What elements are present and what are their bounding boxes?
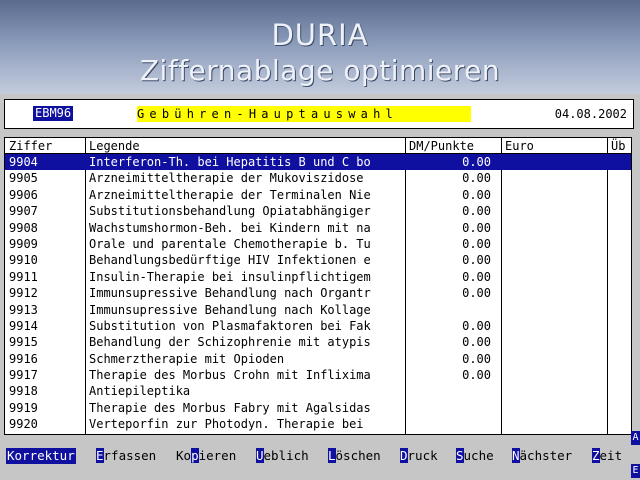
- row-legend: Behandlung der Schizophrenie mit atypis: [89, 335, 371, 350]
- row-legend: Verteporfin zur Photodyn. Therapie bei: [89, 417, 364, 432]
- function-menu-bar: Korrektur Erfassen Kopieren Ueblich Lösc…: [0, 446, 640, 466]
- menu-kopieren[interactable]: Kopieren: [176, 448, 236, 464]
- catalog-code-badge: EBM96: [33, 106, 74, 121]
- current-date: 04.08.2002: [554, 107, 627, 121]
- table-row[interactable]: 9910 Behandlungsbedürftige HIV Infektione…: [5, 252, 631, 268]
- column-header-euro: Euro: [505, 139, 534, 153]
- table-row[interactable]: 9908 Wachstumshormon-Beh. bei Kindern mit…: [5, 220, 631, 236]
- table-row[interactable]: 9919 Therapie des Morbus Fabry mit Agalsi…: [5, 400, 631, 416]
- scroll-end-indicator[interactable]: E: [631, 464, 640, 478]
- row-code: 9912: [9, 286, 38, 301]
- row-code: 9913: [9, 302, 38, 317]
- row-dm-points: 0.00: [462, 220, 491, 235]
- fee-table: Ziffer Legende DM/Punkte Euro Üb 9904 Int…: [4, 137, 632, 435]
- row-code: 9904: [9, 155, 38, 169]
- row-legend: Behandlungsbedürftige HIV Infektionen e: [89, 253, 371, 268]
- row-legend: Therapie des Morbus Crohn mit Inflixima: [89, 368, 371, 383]
- column-header-code: Ziffer: [9, 139, 53, 153]
- row-code: 9915: [9, 335, 38, 350]
- menu-loeschen[interactable]: Löschen: [328, 448, 381, 464]
- row-code: 9911: [9, 269, 38, 284]
- menu-suche[interactable]: Suche: [456, 448, 494, 464]
- table-row[interactable]: 9911 Insulin-Therapie bei insulinpflichti…: [5, 269, 631, 285]
- row-code: 9910: [9, 253, 38, 268]
- row-legend: Substitution von Plasmafaktoren bei Fak: [89, 318, 371, 333]
- row-dm-points: 0.00: [462, 368, 491, 383]
- app-banner: DURIA Ziffernablage optimieren: [0, 0, 640, 94]
- menu-druck[interactable]: Druck: [400, 448, 438, 464]
- row-code: 9906: [9, 187, 38, 202]
- table-row[interactable]: 9907 Substitutionsbehandlung Opiatabhängi…: [5, 203, 631, 219]
- row-dm-points: 0.00: [462, 269, 491, 284]
- table-row[interactable]: 9917 Therapie des Morbus Crohn mit Inflix…: [5, 367, 631, 383]
- row-code: 9908: [9, 220, 38, 235]
- table-row[interactable]: 9916 Schmerztherapie mit Opioden 0.00: [5, 351, 631, 367]
- row-code: 9920: [9, 417, 38, 432]
- row-code: 9907: [9, 204, 38, 219]
- menu-naechster[interactable]: Nächster: [512, 448, 572, 464]
- column-header-ub: Üb: [611, 139, 626, 153]
- row-legend: Arzneimitteltherapie der Mukoviszidose: [89, 171, 364, 186]
- table-body: 9904 Interferon-Th. bei Hepatitis B und C…: [5, 154, 631, 433]
- row-dm-points: 0.00: [462, 204, 491, 219]
- row-legend: Wachstumshormon-Beh. bei Kindern mit na: [89, 220, 371, 235]
- row-legend: Antiepileptika: [89, 384, 191, 399]
- row-dm-points: 0.00: [462, 171, 491, 186]
- row-code: 9917: [9, 368, 38, 383]
- menu-zeit[interactable]: Zeit: [592, 448, 622, 464]
- menu-ueblich[interactable]: Ueblich: [256, 448, 309, 464]
- row-dm-points: 0.00: [462, 155, 491, 169]
- table-row[interactable]: 9912 Immunsupressive Behandlung nach Orga…: [5, 285, 631, 301]
- row-legend: Therapie des Morbus Fabry mit Agalsidas: [89, 400, 371, 415]
- row-dm-points: 0.00: [462, 253, 491, 268]
- table-row[interactable]: 9905 Arzneimitteltherapie der Mukoviszido…: [5, 170, 631, 186]
- row-legend: Interferon-Th. bei Hepatitis B und C bo: [89, 155, 371, 169]
- app-title: DURIA: [271, 18, 369, 52]
- row-legend: Insulin-Therapie bei insulinpflichtigem: [89, 269, 371, 284]
- screen-title: Gebühren-Hauptauswahl: [137, 106, 471, 122]
- app-subtitle: Ziffernablage optimieren: [139, 54, 501, 87]
- row-dm-points: 0.00: [462, 187, 491, 202]
- menu-korrektur[interactable]: Korrektur: [6, 448, 76, 464]
- row-code: 9909: [9, 236, 38, 251]
- row-legend: Immunsupressive Behandlung nach Kollage: [89, 302, 371, 317]
- table-row[interactable]: 9913 Immunsupressive Behandlung nach Koll…: [5, 302, 631, 318]
- row-dm-points: 0.00: [462, 286, 491, 301]
- table-row[interactable]: 9904 Interferon-Th. bei Hepatitis B und C…: [5, 154, 631, 171]
- row-code: 9914: [9, 318, 38, 333]
- row-legend: Orale und parentale Chemotherapie b. Tu: [89, 236, 371, 251]
- row-dm-points: 0.00: [462, 351, 491, 366]
- selection-header: EBM96 Gebühren-Hauptauswahl 04.08.2002: [4, 99, 634, 129]
- row-code: 9919: [9, 400, 38, 415]
- row-dm-points: 0.00: [462, 236, 491, 251]
- row-code: 9905: [9, 171, 38, 186]
- row-legend: Arzneimitteltherapie der Terminalen Nie: [89, 187, 371, 202]
- menu-erfassen[interactable]: Erfassen: [96, 448, 156, 464]
- table-row[interactable]: 9914 Substitution von Plasmafaktoren bei …: [5, 318, 631, 334]
- row-legend: Immunsupressive Behandlung nach Organtr: [89, 286, 371, 301]
- row-code: 9916: [9, 351, 38, 366]
- row-legend: Schmerztherapie mit Opioden: [89, 351, 285, 366]
- table-row[interactable]: 9918 Antiepileptika: [5, 383, 631, 399]
- table-row[interactable]: 9906 Arzneimitteltherapie der Terminalen …: [5, 187, 631, 203]
- table-row[interactable]: 9909 Orale und parentale Chemotherapie b.…: [5, 236, 631, 252]
- table-row[interactable]: 9920 Verteporfin zur Photodyn. Therapie b…: [5, 416, 631, 432]
- row-dm-points: 0.00: [462, 335, 491, 350]
- row-dm-points: 0.00: [462, 318, 491, 333]
- scroll-top-indicator[interactable]: A: [631, 431, 640, 445]
- row-code: 9918: [9, 384, 38, 399]
- row-legend: Substitutionsbehandlung Opiatabhängiger: [89, 204, 371, 219]
- table-row[interactable]: 9915 Behandlung der Schizophrenie mit aty…: [5, 334, 631, 350]
- column-header-dm: DM/Punkte: [409, 139, 475, 153]
- column-header-legend: Legende: [89, 139, 140, 153]
